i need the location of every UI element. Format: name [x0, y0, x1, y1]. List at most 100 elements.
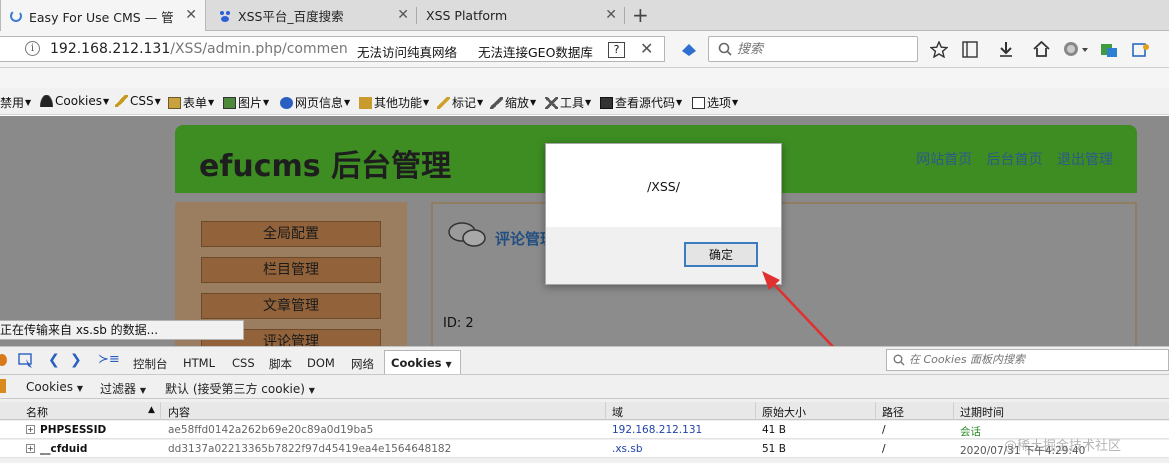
- tab-efucms[interactable]: Easy For Use CMS — 管 ✕: [0, 0, 206, 32]
- column-divider: [755, 402, 756, 420]
- new-tab-icon[interactable]: +: [632, 3, 649, 27]
- inspect-pointer-icon[interactable]: [18, 353, 34, 369]
- globe-menu-icon[interactable]: [1063, 41, 1089, 58]
- url-text[interactable]: 192.168.212.131/XSS/admin.php/commen: [50, 41, 348, 57]
- link-site-home[interactable]: 网站首页: [916, 152, 972, 168]
- ok-button[interactable]: 确定: [684, 242, 758, 267]
- toolbar-css[interactable]: CSS ▼: [115, 94, 161, 108]
- toolbar-disable[interactable]: 禁用 ▼: [0, 94, 31, 111]
- tab-title: XSS平台_百度搜索: [238, 9, 344, 24]
- devtools-tab-bar: ❮ ❯ ≻≡ 控制台 HTML CSS 脚本 DOM 网络 Cookies ▼: [0, 347, 1169, 375]
- link-admin-home[interactable]: 后台首页: [987, 152, 1043, 168]
- cookie-domain: 192.168.212.131: [612, 424, 703, 436]
- tab-baidu[interactable]: XSS平台_百度搜索 ✕: [210, 0, 417, 31]
- devtools-tab-script[interactable]: 脚本: [269, 356, 292, 372]
- chevron-down-icon: ▼: [25, 98, 32, 107]
- chevron-down-icon: ▼: [154, 96, 161, 106]
- devtools-search-input[interactable]: [909, 353, 1159, 366]
- toolbar-label: 缩放: [505, 96, 530, 110]
- address-bar[interactable]: i 192.168.212.131/XSS/admin.php/commen 无…: [0, 36, 665, 62]
- command-line-icon[interactable]: ≻≡: [98, 352, 120, 367]
- col-expires[interactable]: 过期时间: [960, 404, 1004, 420]
- cookie-row[interactable]: + PHPSESSID ae58ffd0142a262b69e20c89a0d1…: [0, 421, 1169, 439]
- toolbar-options[interactable]: 选项 ▼: [692, 94, 738, 111]
- pencil-icon: [115, 95, 128, 107]
- home-icon[interactable]: [1033, 41, 1050, 57]
- toolbar-label: 网页信息: [295, 96, 344, 110]
- chevron-down-icon: ▼: [76, 384, 83, 393]
- expand-plus-icon[interactable]: +: [26, 444, 35, 453]
- toolbar-label: 选项: [707, 96, 732, 110]
- forward-arrow-icon[interactable]: ❯: [70, 352, 82, 368]
- toolbar-label: 表单: [183, 96, 208, 110]
- menu-label: 过滤器: [100, 382, 137, 396]
- close-icon[interactable]: ✕: [640, 39, 653, 58]
- third-party-policy-menu[interactable]: 默认 (接受第三方 cookie) ▼: [165, 380, 315, 397]
- close-tab-icon[interactable]: ✕: [185, 7, 197, 23]
- monitor-icon: [600, 96, 613, 109]
- translate-extension-icon[interactable]: [1100, 41, 1118, 58]
- column-divider: [953, 402, 954, 420]
- firebug-bug-icon[interactable]: [0, 353, 8, 367]
- search-box[interactable]: [708, 36, 918, 62]
- cookie-row[interactable]: + __cfduid dd3137a02213365b7822f97d45419…: [0, 440, 1169, 458]
- menu-global-config[interactable]: 全局配置: [201, 221, 381, 247]
- toolbar-misc[interactable]: 其他功能 ▼: [359, 94, 429, 111]
- devtools-tab-cookies[interactable]: Cookies ▼: [384, 350, 461, 374]
- back-arrow-icon[interactable]: ❮: [48, 352, 60, 368]
- filter-menu[interactable]: 过滤器 ▼: [100, 380, 146, 397]
- devtools-tab-dom[interactable]: DOM: [307, 356, 335, 370]
- devtools-tab-css[interactable]: CSS: [232, 356, 255, 370]
- bookmark-star-icon[interactable]: [930, 41, 948, 58]
- toolbar-images[interactable]: 图片 ▼: [223, 94, 269, 111]
- chevron-down-icon: ▼: [102, 96, 110, 106]
- col-raw-size[interactable]: 原始大小: [762, 404, 806, 420]
- toolbar-label: 其他功能: [374, 96, 423, 110]
- image-icon: [223, 96, 236, 109]
- devtools-tab-html[interactable]: HTML: [183, 356, 215, 370]
- devtools-tab-console[interactable]: 控制台: [133, 356, 168, 372]
- col-domain[interactable]: 域: [612, 404, 623, 420]
- cookie-icon: [0, 379, 6, 393]
- site-info-icon[interactable]: i: [25, 41, 40, 56]
- cookie-expires: 会话: [960, 426, 981, 438]
- menu-article-manage[interactable]: 文章管理: [201, 293, 381, 319]
- toolbar-cookies[interactable]: Cookies ▼: [40, 94, 109, 108]
- toolbar-resize[interactable]: 缩放 ▼: [490, 94, 536, 111]
- column-divider: [875, 402, 876, 420]
- cookie-size: 51 B: [762, 443, 786, 455]
- toolbar-tools[interactable]: 工具 ▼: [545, 94, 591, 111]
- close-tab-icon[interactable]: ✕: [397, 7, 409, 23]
- cookies-menu[interactable]: Cookies ▼: [26, 380, 83, 394]
- tab-xss-platform[interactable]: XSS Platform ✕: [418, 0, 625, 31]
- chevron-down-icon: ▼: [308, 386, 315, 395]
- reader-list-icon[interactable]: [962, 41, 978, 58]
- extension-puzzle-icon[interactable]: [1132, 41, 1150, 58]
- close-tab-icon[interactable]: ✕: [605, 7, 617, 23]
- toolbar-forms[interactable]: 表单 ▼: [168, 94, 214, 111]
- col-path[interactable]: 路径: [882, 404, 904, 420]
- col-name[interactable]: 名称: [26, 404, 48, 420]
- link-logout[interactable]: 退出管理: [1057, 152, 1113, 168]
- help-icon[interactable]: ?: [608, 42, 625, 58]
- marker-icon: [437, 96, 450, 109]
- col-content[interactable]: 内容: [168, 404, 190, 420]
- tab-title: Easy For Use CMS — 管: [29, 9, 174, 25]
- devtools-tab-net[interactable]: 网络: [351, 356, 374, 372]
- chevron-down-icon: ▼: [732, 98, 739, 107]
- cms-links: 网站首页 后台首页 退出管理: [906, 149, 1113, 169]
- download-icon[interactable]: [998, 41, 1014, 58]
- toolbar-label: CSS: [130, 94, 154, 108]
- search-input[interactable]: [737, 40, 907, 58]
- devtools-search-box[interactable]: [886, 349, 1169, 371]
- shield-extension-icon[interactable]: [680, 42, 698, 58]
- menu-column-manage[interactable]: 栏目管理: [201, 257, 381, 283]
- expand-plus-icon[interactable]: +: [26, 425, 35, 434]
- cookie-content: dd3137a02213365b7822f97d45419ea4e1564648…: [168, 443, 452, 455]
- toolbar-view-source[interactable]: 查看源代码 ▼: [600, 94, 682, 111]
- resize-icon: [490, 96, 503, 109]
- toolbar-label: 禁用: [0, 96, 25, 110]
- toolbar-page-info[interactable]: 网页信息 ▼: [280, 94, 350, 111]
- cookie-name: PHPSESSID: [40, 424, 107, 436]
- toolbar-outline[interactable]: 标记 ▼: [437, 94, 483, 111]
